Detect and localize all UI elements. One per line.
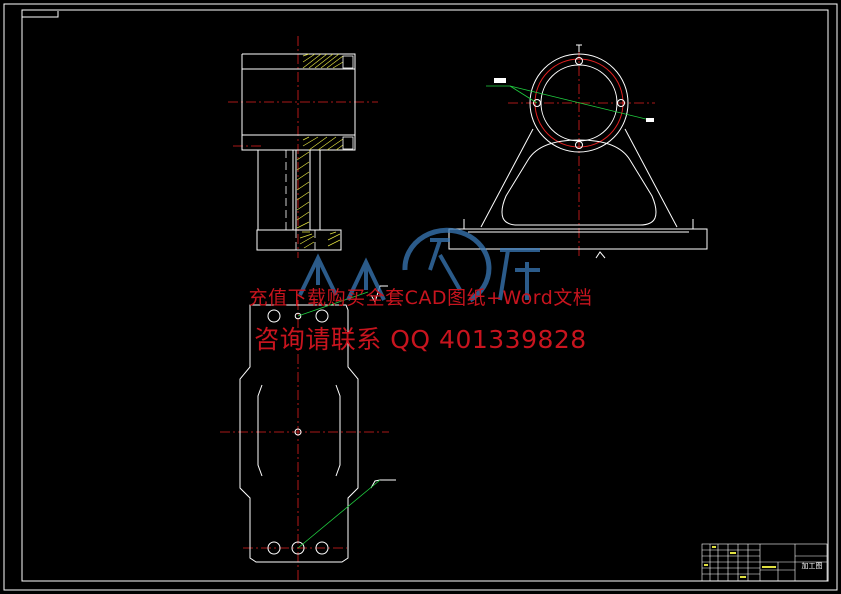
watermark-line-1: 充值下载购买全套CAD图纸+Word文档 (248, 287, 593, 309)
watermark-line-2: 咨询请联系 QQ 401339828 (254, 325, 587, 354)
title-block-part-name: 加工图 (801, 562, 823, 570)
